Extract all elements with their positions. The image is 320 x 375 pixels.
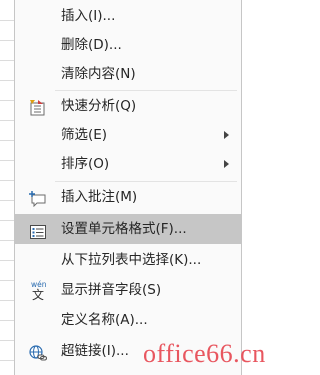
menu-separator <box>55 181 237 182</box>
menu-item-label: 排序(O) <box>61 156 110 172</box>
menu-item-label: 定义名称(A)... <box>61 312 148 328</box>
svg-text:文: 文 <box>32 287 44 301</box>
hyperlink-icon <box>29 343 48 361</box>
menu-item-label: 设置单元格格式(F)... <box>61 221 187 237</box>
menu-item-label: 超链接(I)... <box>61 343 129 359</box>
menu-item-label: 快速分析(Q) <box>61 98 137 114</box>
watermark-text: office66.cn <box>143 339 266 368</box>
phonetic-icon: wén 文 <box>29 279 47 302</box>
submenu-arrow-icon <box>224 131 229 139</box>
menu-item-label: 从下拉列表中选择(K)... <box>61 252 202 268</box>
submenu-arrow-icon <box>224 160 229 168</box>
menu-item-define-name[interactable]: 定义名称(A)... <box>15 306 241 334</box>
context-menu: 插入(I)... 删除(D)... 清除内容(N) 快速分析(Q) 筛选(E) … <box>14 0 242 375</box>
menu-item-format-cells[interactable]: 设置单元格格式(F)... <box>15 214 241 244</box>
menu-item-insert-comment[interactable]: 插入批注(M) <box>15 183 241 211</box>
menu-item-clear-contents[interactable]: 清除内容(N) <box>15 60 241 88</box>
menu-item-label: 插入(I)... <box>61 8 116 24</box>
format-cells-icon <box>29 221 47 239</box>
menu-item-label: 显示拼音字段(S) <box>61 282 162 298</box>
menu-item-delete[interactable]: 删除(D)... <box>15 31 241 59</box>
menu-item-sort[interactable]: 排序(O) <box>15 150 241 178</box>
menu-separator <box>55 90 237 91</box>
menu-item-pick-from-dropdown[interactable]: 从下拉列表中选择(K)... <box>15 246 241 274</box>
menu-item-quick-analysis[interactable]: 快速分析(Q) <box>15 92 241 120</box>
menu-item-show-phonetic[interactable]: wén 文 显示拼音字段(S) <box>15 276 241 304</box>
menu-item-label: 插入批注(M) <box>61 189 138 205</box>
menu-item-insert[interactable]: 插入(I)... <box>15 2 241 30</box>
quick-analysis-icon <box>29 98 47 116</box>
insert-comment-icon <box>29 189 47 208</box>
menu-item-label: 筛选(E) <box>61 127 108 143</box>
menu-item-label: 清除内容(N) <box>61 66 136 82</box>
menu-item-filter[interactable]: 筛选(E) <box>15 121 241 149</box>
spreadsheet-grid-edge <box>0 0 15 375</box>
menu-item-label: 删除(D)... <box>61 37 122 53</box>
